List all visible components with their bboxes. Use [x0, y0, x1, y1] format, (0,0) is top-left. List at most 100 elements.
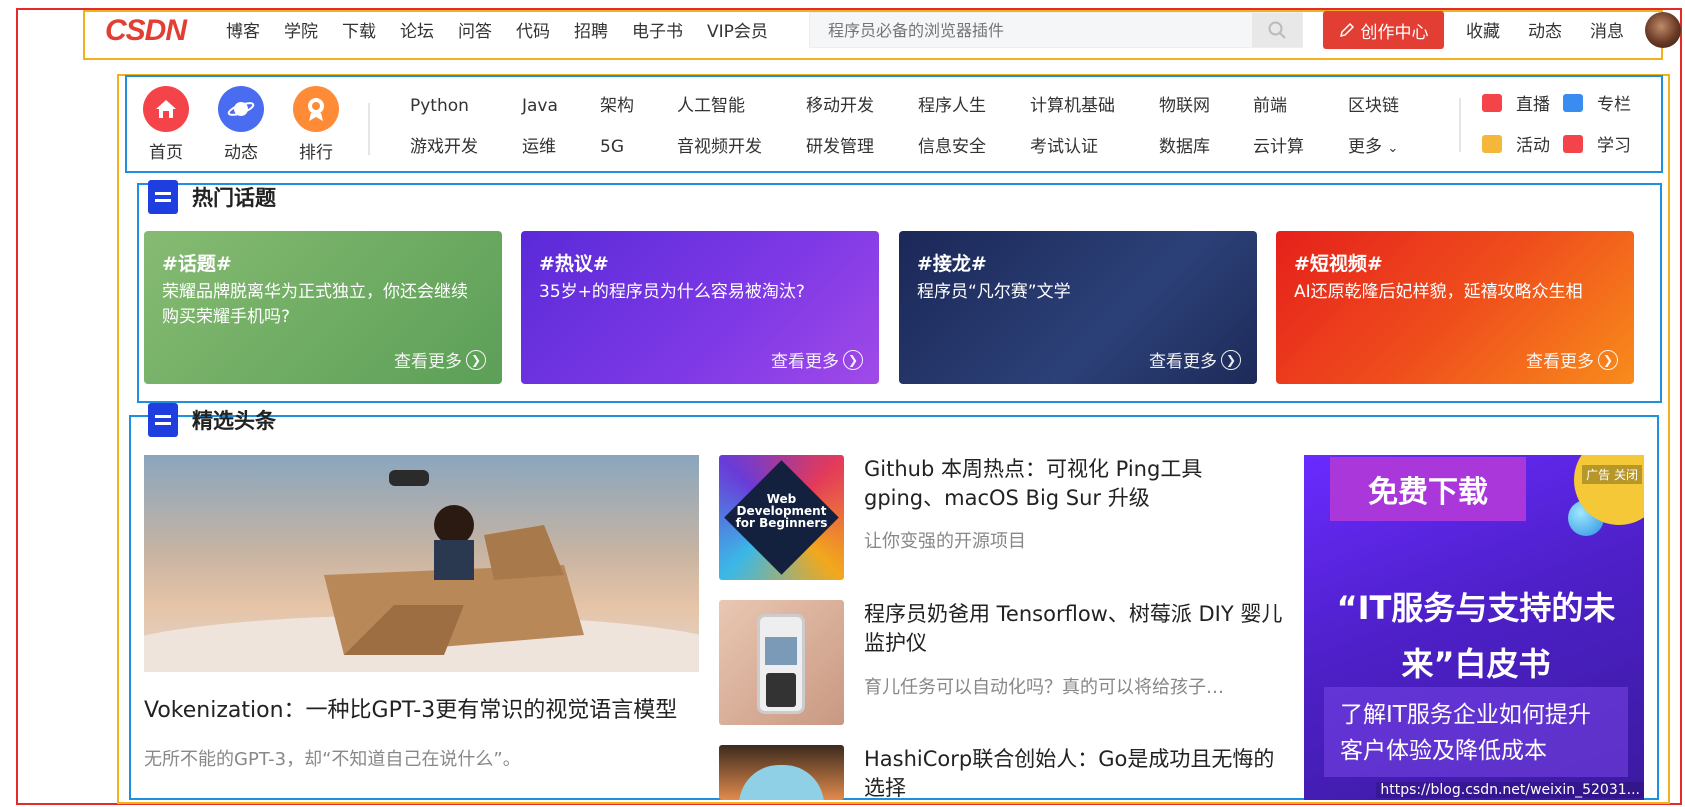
right-nav-label: 专栏: [1597, 95, 1631, 115]
section-title: 热门话题: [192, 186, 276, 210]
activity-link[interactable]: 动态: [1528, 17, 1562, 42]
create-center-button[interactable]: 创作中心: [1323, 11, 1444, 49]
document-icon: [148, 180, 178, 214]
category-link[interactable]: 云计算: [1253, 135, 1348, 159]
topic-desc: AI还原乾隆后妃样貌，延禧攻略众生相: [1294, 282, 1583, 302]
category-link[interactable]: 区块链: [1348, 94, 1438, 118]
messages-link[interactable]: 消息: [1590, 17, 1624, 42]
more-categories-button[interactable]: 更多 ⌄: [1348, 135, 1438, 159]
chevron-right-icon: ❯: [1598, 349, 1618, 370]
view-more-link[interactable]: 查看更多 ❯: [394, 347, 486, 372]
right-nav-live[interactable]: 直播: [1482, 90, 1550, 115]
right-nav-label: 直播: [1516, 95, 1550, 115]
top-nav-item[interactable]: VIP会员: [707, 17, 768, 42]
category-link[interactable]: 计算机基础: [1030, 94, 1159, 118]
top-nav-item[interactable]: 博客: [226, 17, 260, 42]
view-more-label: 查看更多: [394, 352, 462, 372]
topic-tag: #热议#: [539, 253, 609, 275]
top-nav-item[interactable]: 电子书: [632, 17, 683, 42]
ad-sub-text: 了解IT服务企业如何提升客户体验及降低成本: [1324, 687, 1628, 777]
topic-card[interactable]: #热议# 35岁+的程序员为什么容易被淘汰? 查看更多 ❯: [521, 231, 879, 384]
article-thumbnail[interactable]: [719, 600, 844, 725]
view-more-label: 查看更多: [1526, 352, 1594, 372]
quick-nav-ranking[interactable]: 排行: [286, 86, 346, 163]
live-icon: [1482, 93, 1502, 112]
user-links: 收藏 动态 消息: [1466, 17, 1652, 42]
category-link[interactable]: 前端: [1253, 94, 1348, 118]
medal-icon: [293, 86, 339, 132]
view-more-link[interactable]: 查看更多 ❯: [1526, 347, 1618, 372]
ad-close-badge[interactable]: 广告 关闭: [1582, 465, 1642, 484]
right-nav-column[interactable]: 专栏: [1563, 90, 1631, 115]
view-more-link[interactable]: 查看更多 ❯: [771, 347, 863, 372]
hero-image[interactable]: [144, 455, 699, 672]
top-nav-item[interactable]: 招聘: [574, 17, 608, 42]
quick-nav-dynamic[interactable]: 动态: [211, 86, 271, 163]
pen-icon: [1339, 22, 1354, 38]
topic-tag: #短视频#: [1294, 253, 1383, 275]
avatar[interactable]: [1645, 12, 1681, 48]
category-link[interactable]: 信息安全: [918, 135, 1030, 159]
baby-monitor-image: [757, 614, 805, 714]
top-nav-item[interactable]: 问答: [458, 17, 492, 42]
topic-card[interactable]: #话题# 荣耀品牌脱离华为正式独立，你还会继续购买荣耀手机吗? 查看更多 ❯: [144, 231, 502, 384]
top-nav: 博客 学院 下载 论坛 问答 代码 招聘 电子书 VIP会员: [226, 17, 792, 42]
category-link[interactable]: Python: [410, 94, 522, 118]
category-link[interactable]: 架构: [600, 94, 677, 118]
article-thumbnail[interactable]: Web Development for Beginners: [719, 455, 844, 580]
search-input[interactable]: [810, 13, 1255, 47]
topic-desc: 程序员“凡尔赛”文学: [917, 282, 1071, 302]
view-more-label: 查看更多: [1149, 352, 1217, 372]
activity-icon: [1482, 134, 1502, 153]
article-thumbnail[interactable]: [719, 745, 844, 800]
hero-title[interactable]: Vokenization：一种比GPT-3更有常识的视觉语言模型: [144, 692, 677, 724]
more-label: 更多: [1348, 137, 1382, 157]
top-nav-item[interactable]: 学院: [284, 17, 318, 42]
category-link[interactable]: 人工智能: [677, 94, 806, 118]
view-more-label: 查看更多: [771, 352, 839, 372]
hero-subtitle: 无所不能的GPT-3，却“不知道自己在说什么”。: [144, 749, 521, 770]
article-subtitle: 育儿任务可以自动化吗？真的可以将给孩子…: [864, 677, 1224, 698]
quick-nav-label: 首页: [149, 143, 183, 163]
top-nav-item[interactable]: 代码: [516, 17, 550, 42]
category-link[interactable]: 移动开发: [806, 94, 918, 118]
category-grid: Python Java 架构 人工智能 移动开发 程序人生 计算机基础 物联网 …: [410, 94, 1438, 159]
csdn-logo[interactable]: CSDN: [105, 14, 187, 48]
category-link[interactable]: 音视频开发: [677, 135, 806, 159]
news-icon: [148, 403, 178, 437]
advertisement[interactable]: 免费下载 广告 关闭 “IT服务与支持的未来”白皮书 了解IT服务企业如何提升客…: [1304, 455, 1644, 800]
right-nav-activity[interactable]: 活动: [1482, 131, 1550, 156]
topic-desc: 荣耀品牌脱离华为正式独立，你还会继续购买荣耀手机吗?: [162, 282, 468, 327]
article-subtitle: 让你变强的开源项目: [864, 531, 1026, 552]
article-title[interactable]: Github 本周热点：可视化 Ping工具 gping、macOS Big S…: [864, 455, 1284, 513]
learn-icon: [1563, 134, 1583, 153]
create-center-label: 创作中心: [1360, 22, 1429, 43]
category-link[interactable]: 数据库: [1159, 135, 1253, 159]
article-title[interactable]: 程序员奶爸用 Tensorflow、树莓派 DIY 婴儿监护仪: [864, 600, 1284, 658]
gopher-image: [739, 765, 824, 800]
category-link[interactable]: 游戏开发: [410, 135, 522, 159]
top-nav-item[interactable]: 下载: [342, 17, 376, 42]
view-more-link[interactable]: 查看更多 ❯: [1149, 347, 1241, 372]
favorites-link[interactable]: 收藏: [1466, 17, 1500, 42]
category-link[interactable]: 物联网: [1159, 94, 1253, 118]
right-nav-label: 学习: [1597, 136, 1631, 156]
search-button[interactable]: [1252, 13, 1302, 47]
category-link[interactable]: 5G: [600, 135, 677, 159]
category-link[interactable]: 程序人生: [918, 94, 1030, 118]
topic-card[interactable]: #短视频# AI还原乾隆后妃样貌，延禧攻略众生相 查看更多 ❯: [1276, 231, 1634, 384]
category-link[interactable]: 研发管理: [806, 135, 918, 159]
topic-card[interactable]: #接龙# 程序员“凡尔赛”文学 查看更多 ❯: [899, 231, 1257, 384]
ad-main-text: “IT服务与支持的未来”白皮书: [1336, 589, 1616, 683]
category-link[interactable]: 考试认证: [1030, 135, 1159, 159]
right-nav-learn[interactable]: 学习: [1563, 131, 1631, 156]
topic-desc: 35岁+的程序员为什么容易被淘汰?: [539, 282, 805, 302]
quick-nav-home[interactable]: 首页: [136, 86, 196, 163]
category-link[interactable]: Java: [522, 94, 600, 118]
article-title[interactable]: HashiCorp联合创始人：Go是成功且无悔的选择: [864, 745, 1284, 803]
cardboard-plane-illustration: [144, 470, 699, 672]
top-nav-item[interactable]: 论坛: [400, 17, 434, 42]
category-link[interactable]: 运维: [522, 135, 600, 159]
right-nav-label: 活动: [1516, 136, 1550, 156]
featured-heading: 精选头条: [148, 403, 276, 437]
